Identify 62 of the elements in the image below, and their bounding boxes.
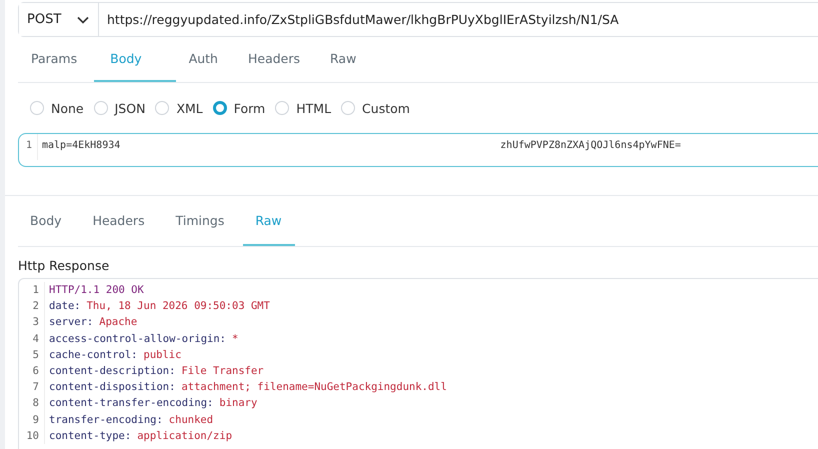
- radio-label: HTML: [296, 100, 332, 116]
- line-number: 8: [19, 395, 45, 412]
- header-value: attachment; filename=NuGetPackgingdunk.dll: [180, 381, 447, 394]
- radio-button[interactable]: [155, 101, 170, 115]
- request-tab[interactable]: Auth: [176, 37, 235, 82]
- body-type-option[interactable]: HTML: [275, 100, 332, 116]
- radio-button[interactable]: [341, 101, 356, 115]
- header-value: File Transfer: [180, 365, 264, 378]
- line-number: 5: [19, 346, 45, 363]
- url-field[interactable]: https://reggyupdated.info/ZxStpliGBsfdutMawer/lkhgBrPUyXbglIErAStyilzsh/N1/SA: [99, 12, 619, 27]
- request-tab[interactable]: Headers: [234, 37, 318, 82]
- radio-label: XML: [176, 100, 203, 116]
- response-tab[interactable]: Headers: [80, 196, 158, 246]
- line-number: 2: [19, 298, 45, 314]
- radio-label: None: [51, 100, 84, 116]
- method-dropdown[interactable]: POST: [19, 3, 99, 36]
- radio-label: Custom: [362, 100, 410, 116]
- body-text: zhUfwPVPZ8nZXAjQOJl6ns4pYwFNE=: [499, 140, 681, 151]
- line-number: 9: [19, 412, 45, 428]
- body-type-option[interactable]: Custom: [341, 100, 410, 116]
- header-name: cache-control:: [48, 348, 138, 361]
- header-name: access-control-allow-origin:: [48, 332, 226, 345]
- response-tab[interactable]: Body: [18, 196, 75, 246]
- header-name: content-disposition:: [48, 381, 176, 394]
- body-type-option[interactable]: None: [30, 100, 84, 116]
- header-value: Apache: [98, 316, 138, 328]
- line-number: 1: [19, 134, 38, 160]
- header-name: content-transfer-encoding:: [48, 397, 214, 410]
- header-name: date:: [48, 300, 81, 312]
- line-number: 10: [19, 428, 45, 444]
- header-name: transfer-encoding:: [48, 414, 163, 426]
- header-value: public: [142, 348, 182, 361]
- radio-label: Form: [234, 100, 266, 116]
- header-name: content-type:: [48, 430, 132, 442]
- response-tab[interactable]: Timings: [164, 196, 238, 246]
- body-type-option[interactable]: XML: [155, 100, 203, 116]
- body-type-option[interactable]: JSON: [94, 100, 146, 116]
- header-value: *: [231, 332, 238, 345]
- section-title: Http Response: [18, 258, 110, 275]
- chevron-down-icon: [77, 16, 90, 24]
- body-editor[interactable]: 1 malp=4EkH8934 zhUfwPVPZ8nZXAjQOJl6ns4pYwFNE=: [18, 133, 818, 167]
- line-number: 1: [19, 282, 45, 298]
- header-value: binary: [218, 397, 258, 410]
- line-number: 7: [19, 379, 45, 396]
- line-number: 6: [19, 362, 45, 380]
- line-number: 4: [19, 330, 45, 347]
- header-value: chunked: [168, 414, 214, 426]
- radio-label: JSON: [114, 100, 146, 116]
- body-type-option[interactable]: Form: [212, 100, 266, 116]
- request-tab[interactable]: Raw: [317, 37, 374, 82]
- line-number: 3: [19, 314, 45, 331]
- header-value: application/zip: [136, 430, 232, 442]
- radio-button[interactable]: [30, 101, 44, 115]
- header-value: Thu, 18 Jun 2026 09:50:03 GMT: [86, 300, 270, 312]
- request-tab[interactable]: Params: [18, 37, 94, 82]
- body-text: malp=4EkH8934: [41, 140, 120, 151]
- header-name: server:: [48, 316, 94, 328]
- radio-button[interactable]: [212, 101, 227, 115]
- header-name: content-description:: [48, 365, 176, 378]
- status-line: HTTP/1.1 200 OK: [48, 284, 144, 296]
- radio-button[interactable]: [94, 101, 108, 115]
- radio-button[interactable]: [275, 101, 290, 115]
